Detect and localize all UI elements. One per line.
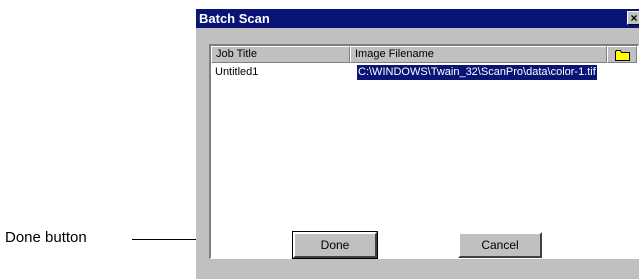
folder-icon bbox=[615, 50, 630, 61]
image-filename-cell[interactable]: C:\WINDOWS\Twain_32\ScanPro\data\color-1… bbox=[357, 65, 597, 80]
column-header-job-title[interactable]: Job Title bbox=[211, 46, 350, 63]
browse-folder-button[interactable] bbox=[607, 46, 637, 63]
list-header: Job Title Image Filename bbox=[211, 46, 638, 63]
done-button[interactable]: Done bbox=[292, 231, 378, 259]
cancel-button[interactable]: Cancel bbox=[458, 232, 542, 258]
column-header-image-filename[interactable]: Image Filename bbox=[350, 46, 607, 63]
table-row[interactable]: Untitled1 C:\WINDOWS\Twain_32\ScanPro\da… bbox=[211, 65, 638, 80]
job-list[interactable]: Job Title Image Filename Untitled1 C:\WI… bbox=[209, 44, 639, 259]
callout-label: Done button bbox=[5, 229, 87, 246]
batch-scan-dialog: Batch Scan × Job Title Image Filename Un… bbox=[196, 9, 639, 279]
job-title-cell: Untitled1 bbox=[215, 66, 259, 78]
close-button[interactable]: × bbox=[627, 11, 639, 25]
dialog-title: Batch Scan bbox=[199, 11, 270, 26]
title-bar[interactable]: Batch Scan × bbox=[196, 9, 639, 28]
